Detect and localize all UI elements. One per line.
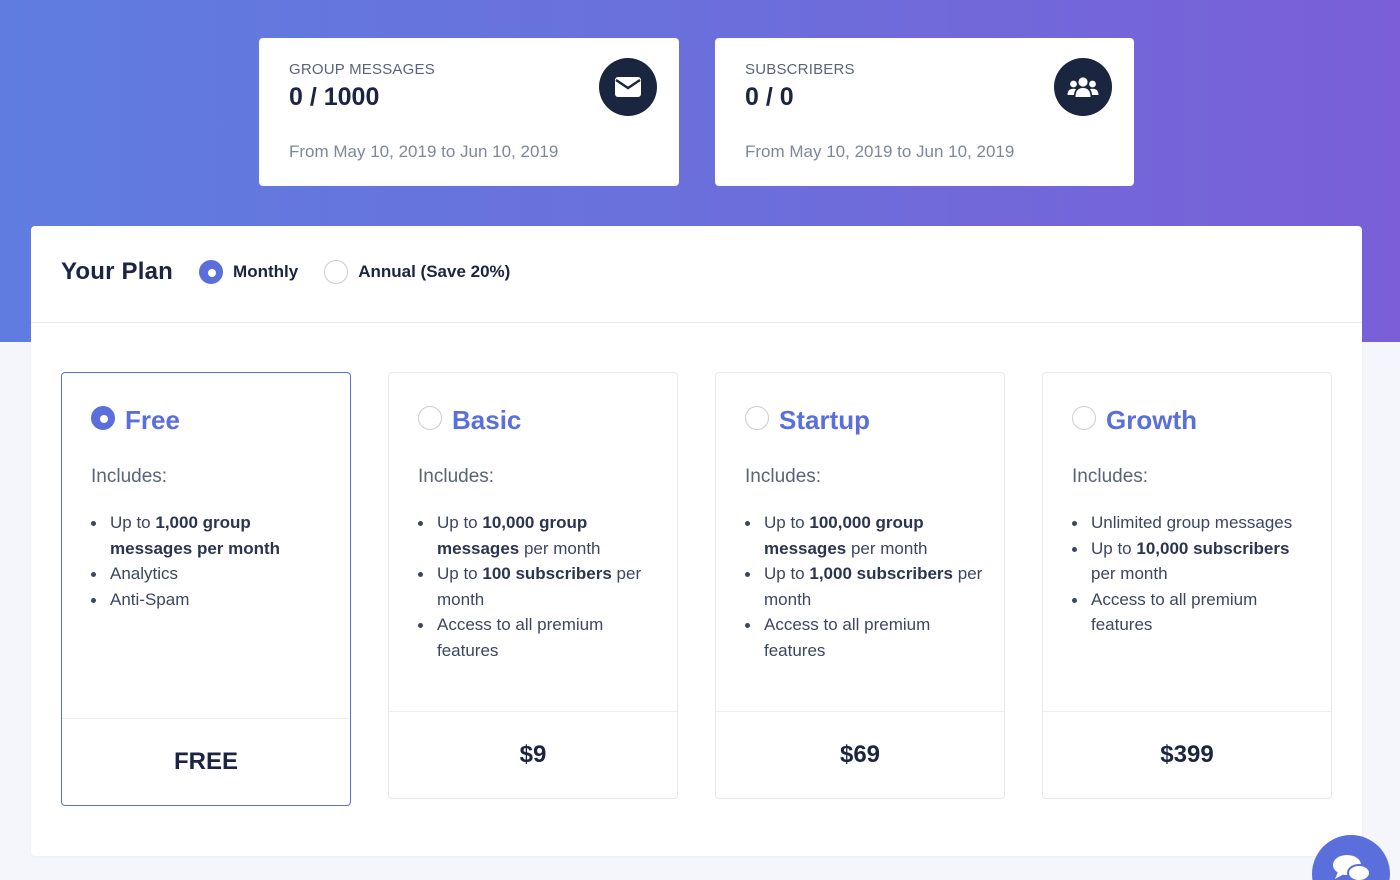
tier-header: Basic (389, 373, 677, 436)
feature-text: Up to (110, 513, 156, 532)
group-messages-value: 0 / 1000 (289, 83, 380, 111)
users-icon (1054, 58, 1112, 116)
feature-text: per month (519, 538, 601, 558)
feature-item: Up to 1,000 subscribers per month (745, 561, 984, 612)
feature-highlight: 100 subscribers (482, 564, 612, 583)
plan-card-free[interactable]: Free Includes: Up to 1,000 group message… (61, 372, 351, 806)
feature-text: Up to (437, 564, 483, 583)
feature-list: Up to 100,000 group messages per month Up… (716, 488, 1004, 663)
feature-item: Up to 10,000 subscribers per month (1072, 536, 1311, 587)
tier-radio-free[interactable] (91, 405, 115, 430)
group-messages-date-range: From May 10, 2019 to Jun 10, 2019 (289, 142, 559, 161)
billing-annual-radio[interactable] (324, 260, 349, 284)
feature-text: Unlimited group messages (1091, 513, 1293, 532)
feature-text: Up to (1091, 538, 1137, 558)
billing-monthly-label: Monthly (233, 262, 299, 281)
tier-name: Growth (1106, 405, 1197, 435)
feature-item: Up to 100 subscribers per month (418, 561, 657, 612)
subscribers-value: 0 / 0 (745, 83, 794, 111)
group-messages-card: GROUP MESSAGES 0 / 1000 From May 10, 201… (259, 38, 679, 186)
tier-price: FREE (62, 718, 350, 805)
billing-monthly-option[interactable]: Monthly (199, 260, 298, 284)
group-messages-label: GROUP MESSAGES (289, 61, 435, 78)
feature-text: Access to all premium features (764, 615, 931, 660)
tier-includes-label: Includes: (1072, 466, 1149, 487)
feature-text: Analytics (110, 564, 179, 583)
feature-text: Access to all premium features (437, 615, 604, 660)
feature-item: Analytics (91, 561, 330, 587)
feature-text: per month (1091, 564, 1168, 583)
envelope-icon (599, 58, 657, 116)
subscribers-card: SUBSCRIBERS 0 / 0 From May 10, 2019 to J… (715, 38, 1134, 186)
feature-highlight: 10,000 subscribers (1136, 538, 1290, 558)
feature-text: Access to all premium features (1091, 589, 1258, 635)
feature-list: Unlimited group messages Up to 10,000 sub… (1043, 488, 1331, 638)
feature-text: Up to (764, 513, 810, 532)
billing-annual-label: Annual (Save 20%) (358, 262, 511, 281)
tier-includes-label: Includes: (91, 466, 168, 487)
feature-item: Access to all premium features (1072, 587, 1311, 638)
feature-item: Unlimited group messages (1072, 510, 1311, 536)
feature-text: Anti-Spam (110, 589, 190, 609)
tier-name: Startup (779, 405, 870, 435)
feature-item: Up to 10,000 group messages per month (418, 510, 657, 561)
feature-item: Access to all premium features (745, 612, 984, 663)
plan-title: Your Plan (61, 258, 174, 285)
tier-price: $399 (1043, 711, 1331, 798)
tier-header: Free (62, 373, 350, 436)
tier-header: Startup (716, 373, 1004, 436)
feature-item: Anti-Spam (91, 587, 330, 613)
feature-item: Up to 100,000 group messages per month (745, 510, 984, 561)
feature-list: Up to 10,000 group messages per month Up … (389, 488, 677, 663)
billing-monthly-radio[interactable] (199, 260, 224, 284)
tier-includes-label: Includes: (418, 466, 495, 487)
tier-name: Basic (452, 405, 522, 435)
tier-name: Free (125, 405, 180, 435)
subscribers-label: SUBSCRIBERS (745, 61, 855, 78)
billing-annual-option[interactable]: Annual (Save 20%) (324, 260, 510, 284)
plan-card-growth[interactable]: Growth Includes: Unlimited group message… (1042, 372, 1332, 799)
tier-radio-basic[interactable] (418, 405, 442, 430)
tier-radio-growth[interactable] (1072, 405, 1096, 430)
tier-includes-label: Includes: (745, 466, 822, 487)
feature-highlight: 1,000 subscribers (809, 564, 954, 583)
chat-bubbles-icon (1329, 853, 1373, 880)
subscribers-date-range: From May 10, 2019 to Jun 10, 2019 (745, 142, 1015, 161)
feature-text: per month (846, 538, 928, 558)
plan-header: Your Plan Monthly Annual (Save 20%) (31, 226, 1362, 323)
feature-item: Access to all premium features (418, 612, 657, 663)
tier-radio-startup[interactable] (745, 405, 769, 430)
plan-panel: Your Plan Monthly Annual (Save 20%) Free… (31, 226, 1362, 856)
tier-price: $69 (716, 711, 1004, 798)
plan-card-basic[interactable]: Basic Includes: Up to 10,000 group messa… (388, 372, 678, 799)
feature-item: Up to 1,000 group messages per month (91, 510, 330, 561)
plan-card-startup[interactable]: Startup Includes: Up to 100,000 group me… (715, 372, 1005, 799)
tier-header: Growth (1043, 373, 1331, 436)
tier-price: $9 (389, 711, 677, 798)
feature-text: Up to (437, 513, 483, 532)
feature-list: Up to 1,000 group messages per month Anal… (62, 488, 350, 612)
feature-text: Up to (764, 564, 810, 583)
